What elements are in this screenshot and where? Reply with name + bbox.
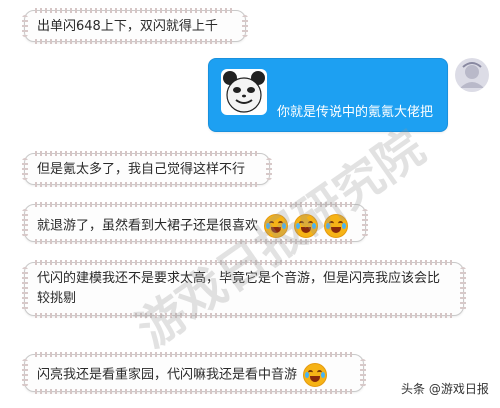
- crying-laughing-emoji-icon: [324, 214, 349, 238]
- crying-laughing-emoji-icon: [303, 363, 328, 387]
- user-avatar-icon[interactable]: [455, 58, 489, 92]
- message-text: 就退游了，虽然看到大裙子还是很喜欢: [37, 218, 259, 234]
- message-bubble-6: 闪亮我还是看重家园，代闪嘛我还是看中音游: [22, 352, 366, 394]
- message-text: 你就是传说中的氪氪大佬把: [277, 105, 434, 120]
- message-bubble-3: 但是氪太多了，我自己觉得这样不行: [22, 151, 272, 187]
- message-bubble-sent: 你就是传说中的氪氪大佬把: [208, 58, 448, 132]
- panda-sticker-icon: [221, 69, 267, 115]
- crying-laughing-emoji-icon: [294, 214, 319, 238]
- footer-credit: 头条 @游戏日报: [399, 379, 491, 398]
- message-text: 闪亮我还是看重家园，代闪嘛我还是看中音游: [37, 367, 298, 383]
- crying-laughing-emoji-icon: [264, 214, 289, 238]
- message-bubble-4: 就退游了，虽然看到大裙子还是很喜欢: [22, 202, 368, 244]
- message-bubble-5: 代闪的建模我还不是要求太高，毕竟它是个音游，但是闪亮我应该会比较挑剔: [22, 260, 466, 318]
- message-bubble-1: 出单闪648上下，双闪就得上千: [22, 8, 248, 44]
- message-text: 出单闪648上下，双闪就得上千: [37, 19, 218, 34]
- message-text: 但是氪太多了，我自己觉得这样不行: [37, 162, 246, 177]
- message-text: 代闪的建模我还不是要求太高，毕竟它是个音游，但是闪亮我应该会比较挑剔: [37, 271, 441, 306]
